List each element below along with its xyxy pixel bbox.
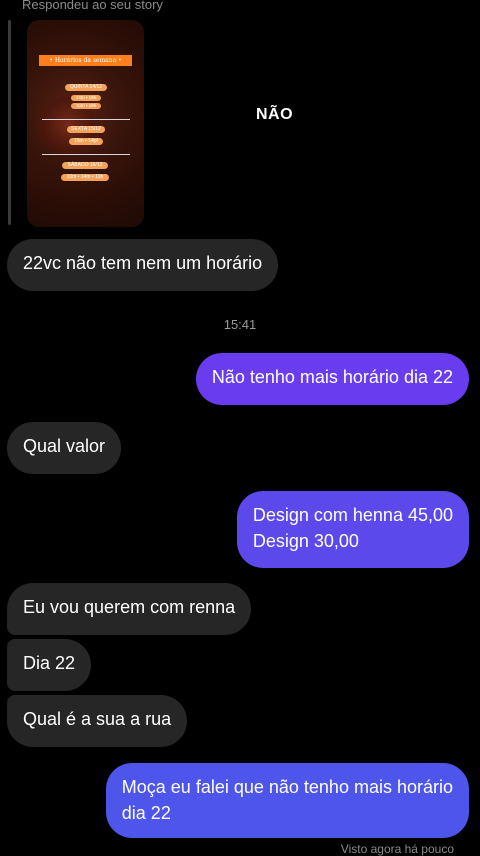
story-header: • Horários da semana • [39,55,132,66]
story-day-label: SEXTA 15/12 [67,126,105,133]
message-outgoing[interactable]: Não tenho mais horário dia 22 [195,353,469,405]
message-text: 22vc não tem nem um horário [23,253,263,273]
message-timestamp: 15:41 [223,317,257,332]
story-divider [42,119,130,120]
message-text: Qual é a sua a rua [23,709,172,729]
message-outgoing[interactable]: Design com henna 45,00 Design 30,00 [236,491,469,568]
message-text: Design 30,00 [252,531,359,551]
story-reply-label: Respondeu ao seu story [22,0,163,12]
message-text: Não tenho mais horário dia 22 [211,367,453,387]
story-day-label: SÁBADO 16/12 [62,162,108,169]
story-time: 1pm • 19h [71,103,101,109]
story-time: 14m • 19h [71,95,101,101]
message-outgoing[interactable]: Moça eu falei que não tenho mais horário… [105,763,469,838]
message-incoming[interactable]: 22vc não tem nem um horário [7,239,279,291]
story-reply-line [8,20,11,225]
message-incoming[interactable]: Qual é a sua a rua [7,695,188,747]
story-divider [42,154,130,155]
message-incoming[interactable]: Qual valor [7,422,122,474]
message-text: Qual valor [23,436,106,456]
story-preview[interactable]: • Horários da semana • QUINTA 14/12 14m … [27,20,144,227]
message-incoming[interactable]: Dia 22 [7,639,92,691]
message-text: Dia 22 [23,653,76,673]
message-text: Eu vou querem com renna [23,597,236,617]
message-text: dia 22 [121,803,171,823]
message-text: Design com henna 45,00 [252,505,453,525]
message-incoming[interactable]: Eu vou querem com renna [7,583,252,635]
story-time: 10m • 14m • 19h [61,174,109,181]
story-time: 15m • 14pt [69,138,103,145]
story-overlay-text: NÃO [256,106,294,123]
message-text: Moça eu falei que não tenho mais horário [121,777,453,797]
story-day-label: QUINTA 14/12 [65,84,107,91]
